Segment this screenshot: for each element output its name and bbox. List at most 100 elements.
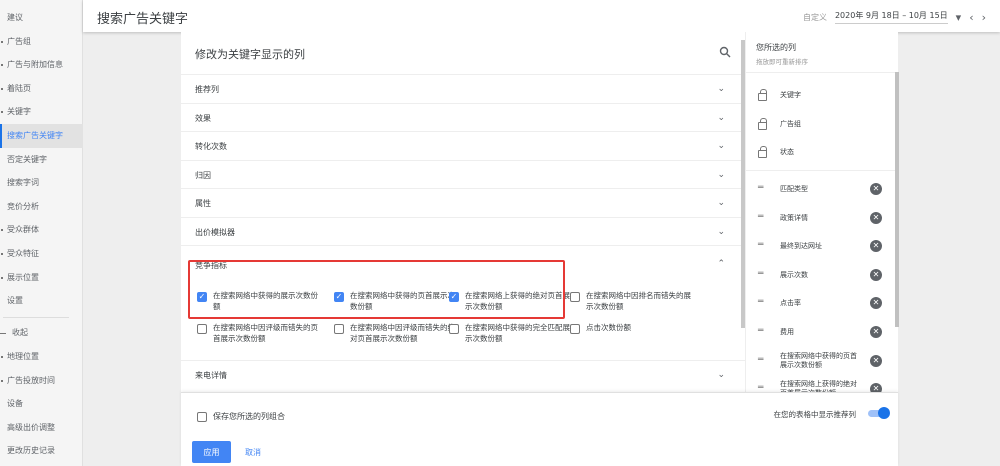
sidebar-item[interactable]: 展示位置	[0, 266, 83, 290]
sidebar-item[interactable]: 广告组	[0, 30, 83, 54]
remove-icon[interactable]: ✕	[870, 297, 882, 310]
bullet-icon	[1, 356, 3, 358]
metric-checkbox[interactable]: 点击次数份额	[568, 322, 693, 334]
section-row[interactable]: 转化次数 ⌄	[181, 131, 745, 160]
dropdown-icon[interactable]: ▾	[956, 11, 962, 24]
section-label: 来电详情	[195, 371, 227, 380]
section-call-details[interactable]: 来电详情 ⌄	[181, 360, 745, 389]
sidebar-item[interactable]: 搜索广告关键字	[0, 124, 83, 148]
sidebar-item[interactable]: 竞价分析	[0, 195, 83, 219]
apply-button[interactable]: 应用	[192, 441, 231, 463]
sidebar-item[interactable]: 地理位置	[0, 345, 83, 369]
remove-icon[interactable]: ✕	[870, 183, 882, 195]
sidebar-item-label: 高级出价调整	[7, 422, 55, 432]
selected-column[interactable]: ═ 匹配类型 ✕	[746, 176, 892, 204]
metric-checkbox[interactable]: 在搜索网络中获得的完全匹配展示次数份额	[447, 322, 572, 344]
sidebar-item[interactable]: 设备	[0, 392, 83, 416]
sidebar-item-label: 搜索字词	[7, 178, 39, 188]
date-range-label: 自定义	[802, 12, 827, 22]
section-label: 出价模拟器	[195, 228, 235, 237]
minus-icon	[0, 333, 6, 334]
drag-handle-icon[interactable]: ═	[758, 184, 763, 193]
prev-period-button[interactable]: ‹	[969, 11, 973, 24]
collapse-button[interactable]: 收起	[0, 321, 83, 345]
selected-columns-panel: 您所选的列 拖放即可重新排序 关键字 广告组 状态 ═ 匹配类型 ✕ ═ 政策详情 ✕ ═ 最终到达…	[745, 32, 899, 397]
chevron-up-icon[interactable]: ⌃	[717, 258, 725, 270]
column-label: 在搜索网络中获得的页首展示次数份额	[780, 351, 857, 369]
checkbox-icon	[449, 324, 459, 334]
selected-column[interactable]: ═ 政策详情 ✕	[746, 205, 892, 233]
section-row[interactable]: 效果 ⌄	[181, 102, 745, 132]
metric-checkbox[interactable]: 在搜索网络中因排名而错失的展示次数份额	[568, 290, 693, 312]
bullet-icon	[1, 276, 3, 279]
sidebar-item[interactable]: 受众群体	[0, 218, 83, 242]
sidebar: 建议 广告组 广告与附加信息着陆页关键字 搜索广告关键字 否定关键字搜索字词竞价分析受众…	[0, 0, 83, 466]
sidebar-item-label: 广告投放时间	[7, 375, 55, 385]
section-row[interactable]: 出价模拟器 ⌄	[181, 217, 745, 246]
drag-handle-icon[interactable]: ═	[758, 327, 763, 336]
chevron-down-icon: ⌄	[717, 370, 725, 380]
scrollbar[interactable]	[895, 72, 899, 327]
page-title: 搜索广告关键字	[97, 12, 189, 27]
locked-column: 关键字	[746, 82, 892, 110]
lock-glyph	[758, 117, 767, 130]
checkbox-label: 在搜索网络中获得的完全匹配展示次数份额	[465, 323, 570, 343]
selected-column[interactable]: ═ 费用 ✕	[746, 319, 892, 347]
column-label: 匹配类型	[780, 185, 808, 193]
section-row[interactable]: 推荐列 ⌄	[181, 74, 745, 103]
sidebar-item[interactable]: 广告与附加信息	[0, 53, 83, 77]
bullet-icon	[1, 40, 3, 43]
sidebar-item[interactable]: 受众特征	[0, 242, 83, 266]
chevron-down-icon: ⌄	[717, 141, 725, 152]
metric-checkbox[interactable]: 在搜索网络中因评级而错失的页首展示次数份额	[195, 322, 320, 344]
sidebar-item[interactable]: 着陆页	[0, 77, 83, 101]
remove-icon[interactable]: ✕	[870, 326, 882, 338]
selected-column[interactable]: ═ 展示次数 ✕	[746, 262, 892, 290]
sidebar-item[interactable]: 搜索字词	[0, 171, 83, 195]
column-editor: 修改为关键字显示的列 竞争指标 ⌃ ✓ 在搜索网络中获得的展示次数份额 ✓ 在搜索网络…	[181, 32, 745, 392]
section-label: 归因	[195, 170, 211, 180]
cancel-button[interactable]: 取消	[245, 447, 261, 458]
remove-icon[interactable]: ✕	[870, 211, 882, 224]
save-combo-checkbox[interactable]: 保存您所选的列组合	[197, 411, 285, 423]
sidebar-item[interactable]: 建议	[0, 6, 83, 30]
drag-handle-icon[interactable]: ═	[758, 212, 763, 222]
next-period-button[interactable]: ›	[982, 11, 986, 24]
toggle-label: 在您的表格中显示推荐列	[773, 410, 857, 419]
column-label: 政策详情	[780, 213, 808, 222]
section-row[interactable]: 属性 ⌄	[181, 188, 745, 217]
search-icon[interactable]	[719, 46, 731, 58]
lock-glyph	[758, 89, 767, 101]
selected-column[interactable]: ═ 最终到达网址 ✕	[746, 233, 892, 261]
metric-checkbox[interactable]: 在搜索网络中因评级而错失的绝对页首展示次数份额	[332, 322, 457, 344]
date-range-picker[interactable]: 2020年 9月 18日 – 10月 15日	[834, 10, 948, 24]
checkbox-icon	[570, 324, 580, 334]
panel-subtitle: 拖放即可重新排序	[756, 58, 808, 66]
sidebar-item[interactable]: 广告投放时间	[0, 369, 83, 393]
sidebar-item-label: 着陆页	[7, 83, 31, 93]
chevron-down-icon: ⌄	[717, 227, 725, 237]
drag-handle-icon[interactable]: ═	[758, 355, 763, 365]
selected-column[interactable]: ═ 点击率 ✕	[746, 290, 892, 318]
drag-handle-icon[interactable]: ═	[758, 269, 763, 279]
remove-icon[interactable]: ✕	[870, 268, 882, 281]
remove-icon[interactable]: ✕	[870, 240, 882, 253]
drag-handle-icon[interactable]: ═	[758, 298, 763, 307]
checkbox-label: 保存您所选的列组合	[213, 412, 285, 421]
remove-icon[interactable]: ✕	[870, 354, 882, 367]
chevron-down-icon: ⌄	[717, 84, 725, 94]
sidebar-item[interactable]: 更改历史记录	[0, 439, 83, 463]
section-label: 转化次数	[195, 142, 227, 152]
sidebar-item-label: 受众群体	[7, 225, 39, 235]
bullet-icon	[1, 111, 3, 114]
show-recommended-toggle[interactable]	[868, 407, 890, 419]
section-row[interactable]: 归因 ⌄	[181, 159, 745, 189]
drag-handle-icon[interactable]: ═	[758, 241, 763, 250]
sidebar-item[interactable]: 关键字	[0, 100, 83, 124]
sidebar-item[interactable]: 否定关键字	[0, 148, 83, 172]
sidebar-item[interactable]: 高级出价调整	[0, 416, 83, 440]
sidebar-item[interactable]: 设置	[0, 289, 83, 313]
selected-column[interactable]: ═ 在搜索网络中获得的页首展示次数份额 ✕	[746, 348, 892, 376]
checkbox-icon	[334, 324, 344, 334]
column-label: 展示次数	[780, 270, 808, 279]
